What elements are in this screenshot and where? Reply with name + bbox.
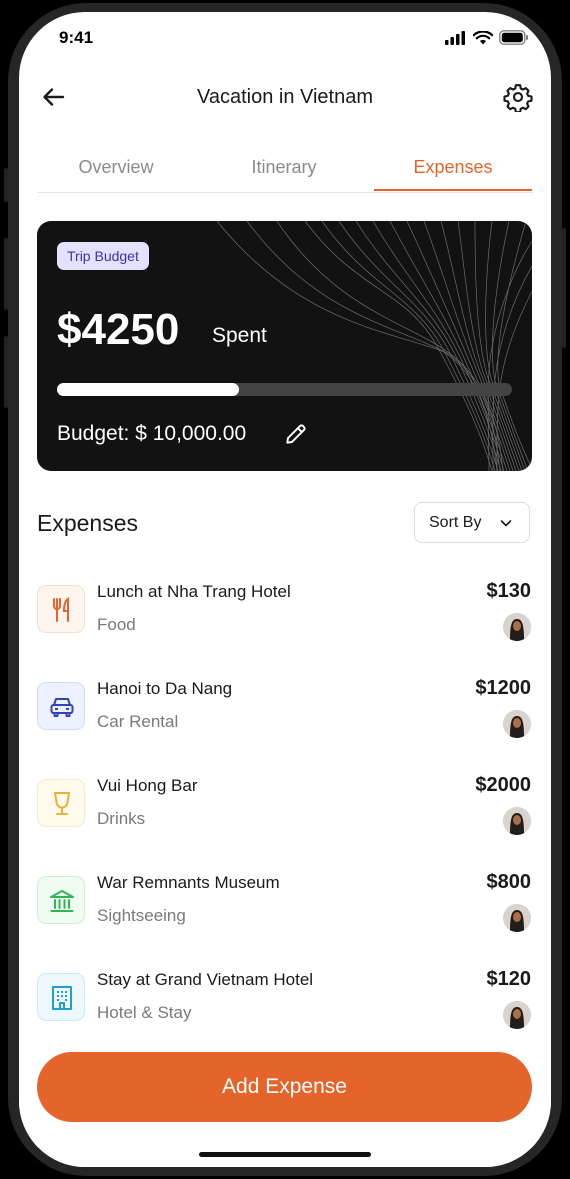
expense-title: War Remnants Museum	[97, 873, 280, 892]
status-time: 9:41	[59, 28, 94, 47]
spent-amount: $4250	[57, 305, 180, 354]
pencil-icon	[286, 424, 306, 444]
trip-budget-card: Trip Budget $4250 Spent Budget: $ 10,000…	[37, 221, 532, 471]
hotel-icon	[52, 986, 72, 1010]
avatar	[503, 613, 531, 641]
expense-category: Sightseeing	[97, 906, 186, 925]
sort-by-dropdown[interactable]: Sort By	[414, 502, 530, 543]
expense-category: Drinks	[97, 809, 146, 828]
expense-amount: $130	[486, 580, 532, 602]
budget-progress-bar	[57, 383, 512, 396]
expense-amount: $2000	[475, 774, 531, 796]
active-tab-indicator	[374, 189, 532, 191]
avatar	[503, 710, 531, 738]
avatar-person	[503, 613, 531, 641]
expense-icon-badge	[37, 876, 85, 924]
battery-icon	[499, 30, 528, 45]
avatar	[503, 1001, 531, 1029]
spent-label: Spent	[212, 324, 267, 347]
expense-title: Stay at Grand Vietnam Hotel	[97, 970, 314, 989]
avatar-person	[503, 1001, 531, 1029]
edit-budget-button[interactable]	[283, 421, 309, 447]
avatar	[503, 904, 531, 932]
expense-category: Food	[97, 615, 136, 634]
side-button-mute	[4, 168, 8, 202]
expense-icon-badge	[37, 779, 85, 827]
expense-title: Hanoi to Da Nang	[97, 679, 233, 698]
side-button-volume-up	[4, 238, 8, 310]
side-button-volume-down	[4, 336, 8, 408]
avatar-person	[503, 807, 531, 835]
expense-category: Hotel & Stay	[97, 1003, 192, 1022]
home-indicator[interactable]	[199, 1152, 371, 1157]
trip-budget-badge: Trip Budget	[57, 242, 149, 270]
avatar-person	[503, 710, 531, 738]
expense-row[interactable]: War Remnants Museum Sightseeing $800	[37, 871, 533, 941]
phone-screen: 9:41 Vacation in Vietnam Overview Itiner…	[19, 12, 551, 1167]
sort-by-label: Sort By	[429, 514, 482, 531]
expense-icon-badge	[37, 973, 85, 1021]
expense-row[interactable]: Lunch at Nha Trang Hotel Food $130	[37, 580, 533, 650]
expense-row[interactable]: Hanoi to Da Nang Car Rental $1200	[37, 677, 533, 747]
museum-icon	[50, 890, 74, 912]
expense-amount: $120	[486, 968, 532, 990]
tab-overview[interactable]: Overview	[37, 157, 195, 178]
expense-title: Vui Hong Bar	[97, 776, 198, 795]
status-icons	[445, 30, 529, 45]
expense-row[interactable]: Vui Hong Bar Drinks $2000	[37, 774, 533, 844]
tab-itinerary[interactable]: Itinerary	[205, 157, 363, 178]
signal-icon	[445, 30, 465, 45]
gear-icon	[503, 84, 533, 114]
expense-amount: $800	[486, 871, 532, 893]
expense-icon-badge	[37, 682, 85, 730]
side-button-power	[562, 228, 566, 348]
expense-amount: $1200	[475, 677, 531, 699]
expense-icon-badge	[37, 585, 85, 633]
expense-category: Car Rental	[97, 712, 179, 731]
expense-title: Lunch at Nha Trang Hotel	[97, 582, 291, 601]
expenses-section-title: Expenses	[37, 510, 139, 536]
car-icon	[50, 698, 74, 717]
avatar-person	[503, 904, 531, 932]
page-title: Vacation in Vietnam	[196, 86, 374, 108]
budget-progress-fill	[57, 383, 239, 396]
wifi-icon	[473, 30, 493, 44]
add-expense-button[interactable]: Add Expense	[37, 1052, 532, 1122]
avatar	[503, 807, 531, 835]
chevron-down-icon	[500, 520, 512, 527]
tab-bar: Overview Itinerary Expenses	[37, 152, 533, 193]
tab-expenses[interactable]: Expenses	[374, 157, 532, 178]
utensils-icon	[53, 597, 69, 622]
settings-button[interactable]	[503, 82, 533, 114]
wine-glass-icon	[54, 792, 70, 815]
budget-label: Budget: $ 10,000.00	[57, 422, 247, 445]
